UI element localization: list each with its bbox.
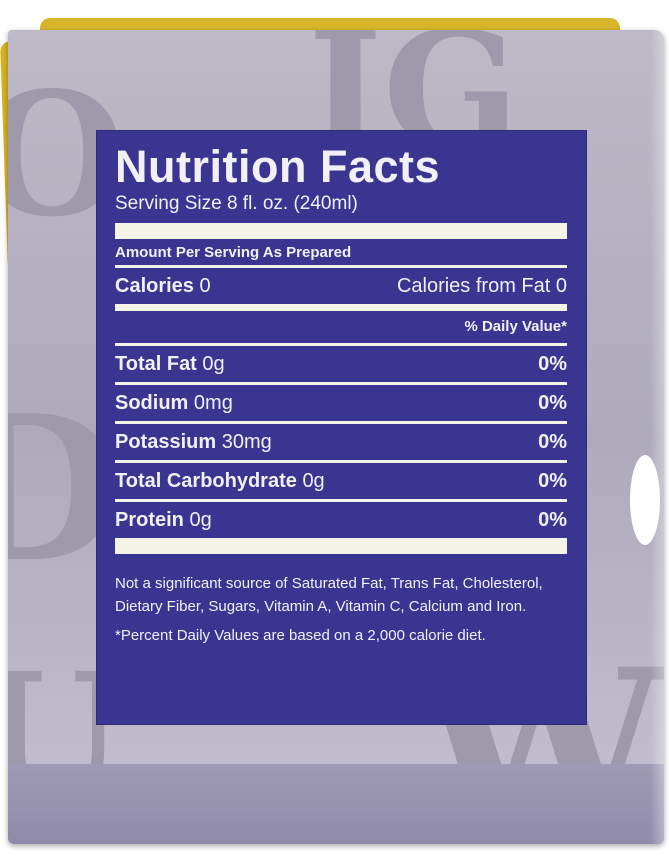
calories-row: Calories 0 Calories from Fat 0: [115, 268, 567, 304]
nutrient-row: Sodium 0mg 0%: [115, 385, 567, 421]
medium-divider: [115, 304, 567, 311]
nutrient-row: Protein 0g 0%: [115, 502, 567, 538]
panel-title: Nutrition Facts: [115, 141, 441, 192]
nutrient-row: Potassium 30mg 0%: [115, 424, 567, 460]
nutrient-row: Total Carbohydrate 0g 0%: [115, 463, 567, 499]
footnote-not-significant: Not a significant source of Saturated Fa…: [115, 575, 543, 615]
amount-per-serving: Amount Per Serving As Prepared: [115, 244, 352, 261]
nutrient-amount: 0g: [202, 353, 225, 375]
nutrient-name: Total Fat: [115, 353, 197, 375]
daily-value-header: % Daily Value*: [464, 318, 567, 335]
carton-bottom-band: [8, 764, 664, 844]
thick-divider: [115, 223, 567, 239]
nutrient-name: Potassium: [115, 431, 217, 453]
nutrient-name: Total Carbohydrate: [115, 470, 297, 492]
nutrient-daily-value: 0%: [538, 509, 567, 531]
carton-notch: [630, 455, 660, 545]
nutrient-amount: 0g: [302, 470, 325, 492]
calories-label: Calories: [115, 275, 194, 297]
nutrition-facts-panel: Nutrition Facts Serving Size 8 fl. oz. (…: [96, 130, 587, 725]
calories-from-fat: Calories from Fat 0: [396, 275, 567, 297]
footnote-daily-values: *Percent Daily Values are based on a 2,0…: [115, 627, 486, 644]
nutrient-name: Sodium: [115, 392, 189, 414]
calories-value: 0: [199, 275, 211, 297]
nutrient-daily-value: 0%: [538, 353, 567, 375]
nutrient-name: Protein: [115, 509, 184, 531]
nutrient-amount: 0mg: [193, 392, 233, 414]
nutrient-row: Total Fat 0g 0%: [115, 346, 567, 382]
carton-edge: [650, 30, 664, 844]
nutrient-amount: 30mg: [221, 431, 272, 453]
nutrient-daily-value: 0%: [538, 470, 567, 492]
nutrient-amount: 0g: [189, 509, 212, 531]
nutrient-daily-value: 0%: [538, 392, 567, 414]
serving-size: Serving Size 8 fl. oz. (240ml): [115, 193, 358, 214]
nutrient-daily-value: 0%: [538, 431, 567, 453]
thick-divider: [115, 538, 567, 554]
